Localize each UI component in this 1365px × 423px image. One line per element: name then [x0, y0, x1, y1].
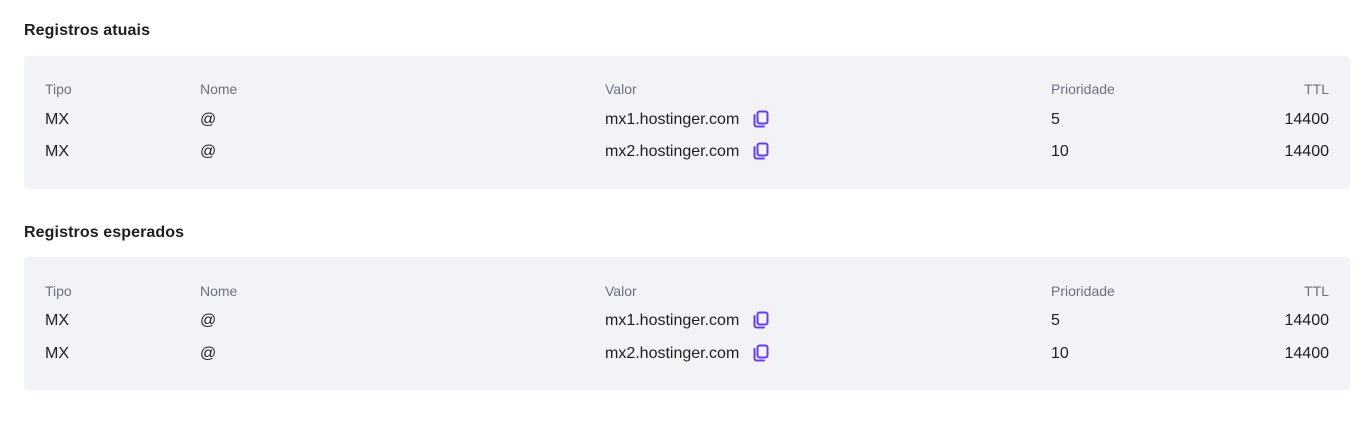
table-row: MX @ mx1.hostinger.com 5 14400 [24, 310, 1350, 332]
cell-nome: @ [200, 143, 217, 160]
header-prioridade: Prioridade [1051, 81, 1115, 97]
current-records-table: Tipo Nome Valor Prioridade TTL MX @ mx1.… [24, 56, 1350, 189]
header-tipo: Tipo [45, 283, 72, 299]
header-tipo: Tipo [45, 81, 72, 97]
header-valor: Valor [605, 283, 637, 299]
cell-nome: @ [200, 111, 217, 128]
header-ttl: TTL [1304, 283, 1329, 299]
copy-icon[interactable] [751, 109, 771, 129]
copy-icon[interactable] [751, 343, 771, 363]
table-row: MX @ mx2.hostinger.com 10 14400 [24, 141, 1350, 163]
table-row: MX @ mx2.hostinger.com 10 14400 [24, 343, 1350, 365]
header-nome: Nome [200, 283, 238, 299]
header-valor: Valor [605, 81, 637, 97]
table-header: Tipo Nome Valor Prioridade TTL [24, 280, 1350, 302]
cell-valor-text: mx2.hostinger.com [605, 143, 740, 160]
cell-ttl: 14400 [1284, 143, 1330, 160]
table-row: MX @ mx1.hostinger.com 5 14400 [24, 109, 1350, 131]
cell-valor: mx2.hostinger.com [605, 141, 771, 163]
cell-nome: @ [200, 345, 217, 362]
table-header: Tipo Nome Valor Prioridade TTL [24, 78, 1350, 100]
header-nome: Nome [200, 81, 238, 97]
cell-prioridade: 10 [1051, 143, 1069, 160]
cell-tipo: MX [45, 312, 69, 329]
cell-valor-text: mx1.hostinger.com [605, 111, 740, 128]
cell-valor-text: mx2.hostinger.com [605, 345, 740, 362]
cell-tipo: MX [45, 111, 69, 128]
current-records-title: Registros atuais [24, 22, 151, 39]
cell-valor: mx1.hostinger.com [605, 310, 771, 332]
cell-tipo: MX [45, 345, 69, 362]
cell-prioridade: 5 [1051, 312, 1060, 329]
cell-valor-text: mx1.hostinger.com [605, 312, 740, 329]
cell-ttl: 14400 [1284, 312, 1330, 329]
copy-icon[interactable] [751, 141, 771, 161]
copy-icon[interactable] [751, 310, 771, 330]
cell-nome: @ [200, 312, 217, 329]
cell-ttl: 14400 [1284, 345, 1330, 362]
header-prioridade: Prioridade [1051, 283, 1115, 299]
header-ttl: TTL [1304, 81, 1329, 97]
cell-valor: mx1.hostinger.com [605, 109, 771, 131]
cell-valor: mx2.hostinger.com [605, 343, 771, 365]
cell-prioridade: 10 [1051, 345, 1069, 362]
cell-tipo: MX [45, 143, 69, 160]
cell-ttl: 14400 [1284, 111, 1330, 128]
expected-records-table: Tipo Nome Valor Prioridade TTL MX @ mx1.… [24, 257, 1350, 390]
cell-prioridade: 5 [1051, 111, 1060, 128]
expected-records-title: Registros esperados [24, 224, 185, 241]
